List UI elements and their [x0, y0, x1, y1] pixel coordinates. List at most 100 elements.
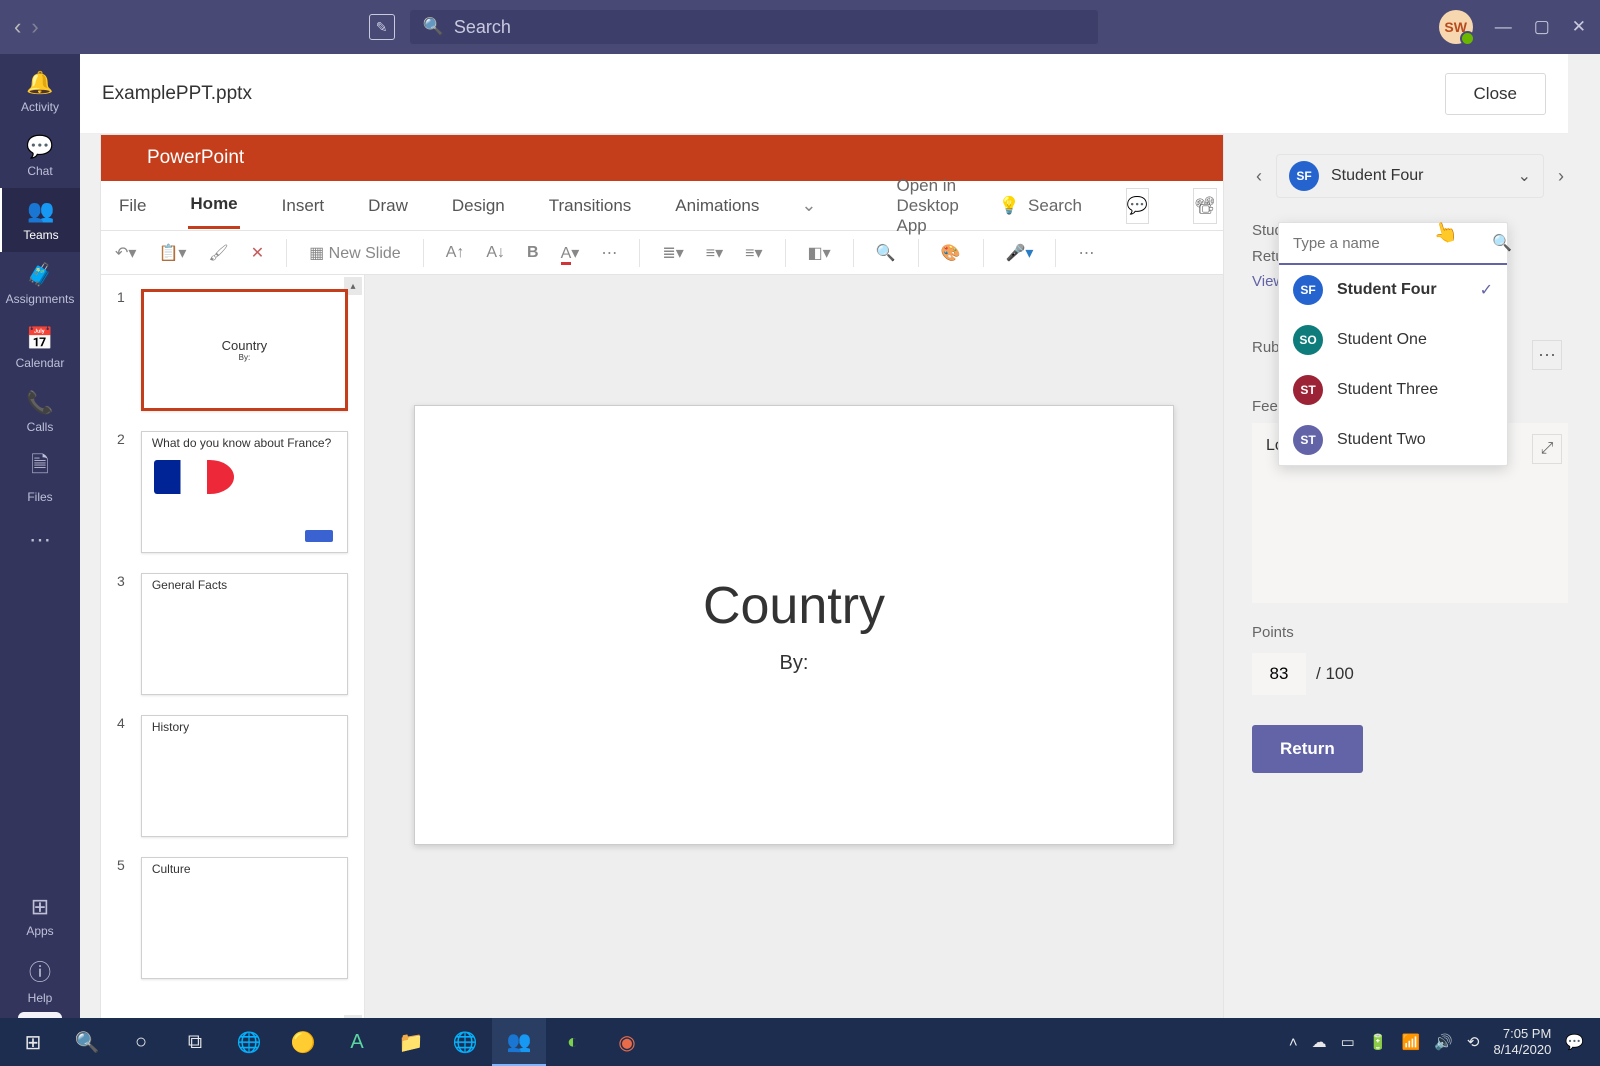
- start-button[interactable]: ⊞: [6, 1018, 60, 1066]
- close-button[interactable]: Close: [1445, 73, 1546, 115]
- taskbar-edge[interactable]: 🌐: [222, 1018, 276, 1066]
- tray-volume[interactable]: 🔊: [1434, 1033, 1453, 1051]
- taskbar-camtasia[interactable]: ◐: [546, 1018, 600, 1066]
- tray-chevron[interactable]: ˄: [1289, 1034, 1298, 1051]
- tray-touchpad[interactable]: ▭: [1341, 1033, 1355, 1051]
- present-button[interactable]: 📽: [1193, 188, 1217, 224]
- compose-button[interactable]: ✎: [369, 14, 395, 40]
- student-picker[interactable]: SF Student Four ⌄: [1276, 154, 1544, 198]
- slide-canvas[interactable]: Country By:: [365, 275, 1223, 1035]
- attachment-more[interactable]: ⋯: [1532, 340, 1562, 370]
- undo-button[interactable]: ↶▾: [115, 243, 136, 263]
- student-dropdown: 🔍 SF Student Four ✓ SO Student One ST St…: [1278, 222, 1508, 466]
- rubric-expand[interactable]: ⤢: [1532, 434, 1562, 464]
- font-color[interactable]: A▾: [561, 243, 580, 263]
- bullets-button[interactable]: ≣▾: [662, 243, 683, 263]
- tab-home[interactable]: Home: [188, 182, 239, 229]
- thumb-5[interactable]: Culture: [141, 857, 348, 979]
- font-grow[interactable]: A↑: [446, 244, 465, 262]
- ppt-title: PowerPoint: [101, 135, 1223, 181]
- prev-student[interactable]: ‹: [1252, 158, 1266, 195]
- paste-button[interactable]: 📋▾: [158, 243, 186, 263]
- taskbar-teams[interactable]: 👥: [492, 1018, 546, 1066]
- format-painter[interactable]: 🖌: [208, 243, 228, 263]
- points-of: / 100: [1316, 664, 1354, 684]
- shapes-button[interactable]: ◧▾: [808, 243, 831, 263]
- tab-more[interactable]: ⌄: [801, 195, 816, 216]
- dictate-button[interactable]: 🎤▾: [1006, 243, 1034, 263]
- taskbar-explorer[interactable]: 📁: [384, 1018, 438, 1066]
- tab-insert[interactable]: Insert: [280, 184, 327, 228]
- student-option[interactable]: ST Student Two: [1279, 415, 1507, 465]
- tray-battery[interactable]: 🔋: [1369, 1033, 1388, 1051]
- tray-sync[interactable]: ⟲: [1467, 1033, 1480, 1051]
- points-label: Points: [1252, 624, 1568, 641]
- bold-button[interactable]: B: [527, 244, 539, 262]
- taskbar-snagit[interactable]: ◉: [600, 1018, 654, 1066]
- rail-activity[interactable]: 🔔Activity: [0, 60, 80, 124]
- thumb-2[interactable]: What do you know about France?: [141, 431, 348, 553]
- title-bar: ‹ › ✎ 🔍 Search SW — ▢ ✕: [0, 0, 1600, 54]
- comments-button[interactable]: 💬: [1126, 188, 1149, 224]
- tab-animations[interactable]: Animations: [673, 184, 761, 228]
- taskbar-app-a[interactable]: A: [330, 1018, 384, 1066]
- global-search[interactable]: 🔍 Search: [409, 9, 1099, 45]
- taskbar-clock[interactable]: 7:05 PM8/14/2020: [1493, 1026, 1551, 1057]
- system-tray[interactable]: ˄ ☁ ▭ 🔋 📶 🔊 ⟲ 7:05 PM8/14/2020 💬: [1279, 1026, 1594, 1057]
- window-close[interactable]: ✕: [1572, 17, 1586, 37]
- open-in-desktop[interactable]: Open in Desktop App: [896, 176, 958, 236]
- taskbar-search[interactable]: 🔍: [60, 1018, 114, 1066]
- rail-files[interactable]: 🗎Files: [0, 444, 80, 508]
- user-avatar[interactable]: SW: [1439, 10, 1473, 44]
- rail-help[interactable]: ⓘHelp: [0, 948, 80, 1012]
- rail-apps[interactable]: ⊞Apps: [0, 884, 80, 948]
- designer-button[interactable]: 🎨: [941, 243, 961, 263]
- taskbar-chrome[interactable]: 🟡: [276, 1018, 330, 1066]
- forward-button[interactable]: ›: [31, 14, 38, 40]
- numbering-button[interactable]: ≡▾: [706, 243, 723, 263]
- student-option[interactable]: SO Student One: [1279, 315, 1507, 365]
- tray-wifi[interactable]: 📶: [1402, 1033, 1421, 1051]
- tell-me-search[interactable]: 💡Search: [999, 196, 1082, 216]
- font-more[interactable]: ⋯: [601, 243, 617, 263]
- rail-calls[interactable]: 📞Calls: [0, 380, 80, 444]
- student-name: Student Four: [1331, 167, 1424, 185]
- slide-subtitle: By:: [780, 652, 809, 675]
- student-option[interactable]: SF Student Four ✓: [1279, 265, 1507, 315]
- ribbon-overflow[interactable]: ⋯: [1078, 243, 1094, 263]
- student-search-input[interactable]: [1293, 235, 1492, 252]
- tab-file[interactable]: File: [117, 184, 148, 228]
- task-view[interactable]: ⧉: [168, 1018, 222, 1066]
- rail-calendar[interactable]: 📅Calendar: [0, 316, 80, 380]
- window-minimize[interactable]: —: [1495, 17, 1512, 37]
- bulb-icon: 💡: [999, 196, 1020, 216]
- new-slide-button[interactable]: ▦ New Slide: [309, 243, 401, 263]
- ppt-ribbon: ↶▾ 📋▾ 🖌 ✕ ▦ New Slide A↑ A↓ B A▾ ⋯ ≣▾ ≡▾…: [101, 231, 1223, 275]
- return-button[interactable]: Return: [1252, 725, 1363, 773]
- tray-onedrive[interactable]: ☁: [1312, 1033, 1327, 1051]
- rail-more[interactable]: ⋯: [0, 508, 80, 572]
- slide-thumbnails[interactable]: ▴ 1 CountryBy: 2 What do you know about …: [101, 275, 365, 1035]
- student-option[interactable]: ST Student Three: [1279, 365, 1507, 415]
- font-shrink[interactable]: A↓: [486, 244, 505, 262]
- align-button[interactable]: ≡▾: [745, 243, 762, 263]
- tab-design[interactable]: Design: [450, 184, 507, 228]
- tab-draw[interactable]: Draw: [366, 184, 410, 228]
- rail-assignments[interactable]: 🧳Assignments: [0, 252, 80, 316]
- action-center[interactable]: 💬: [1565, 1033, 1584, 1051]
- rail-chat[interactable]: 💬Chat: [0, 124, 80, 188]
- thumb-3[interactable]: General Facts: [141, 573, 348, 695]
- thumb-1[interactable]: CountryBy:: [141, 289, 348, 411]
- cut-button[interactable]: ✕: [251, 243, 264, 263]
- taskbar-edge2[interactable]: 🌐: [438, 1018, 492, 1066]
- back-button[interactable]: ‹: [14, 14, 21, 40]
- rail-teams[interactable]: 👥Teams: [0, 188, 80, 252]
- find-button[interactable]: 🔍: [876, 243, 896, 263]
- tab-transitions[interactable]: Transitions: [547, 184, 634, 228]
- cortana[interactable]: ○: [114, 1018, 168, 1066]
- window-maximize[interactable]: ▢: [1534, 17, 1550, 37]
- thumb-4[interactable]: History: [141, 715, 348, 837]
- next-student[interactable]: ›: [1554, 158, 1568, 195]
- points-input[interactable]: [1252, 653, 1306, 695]
- student-avatar: SF: [1289, 161, 1319, 191]
